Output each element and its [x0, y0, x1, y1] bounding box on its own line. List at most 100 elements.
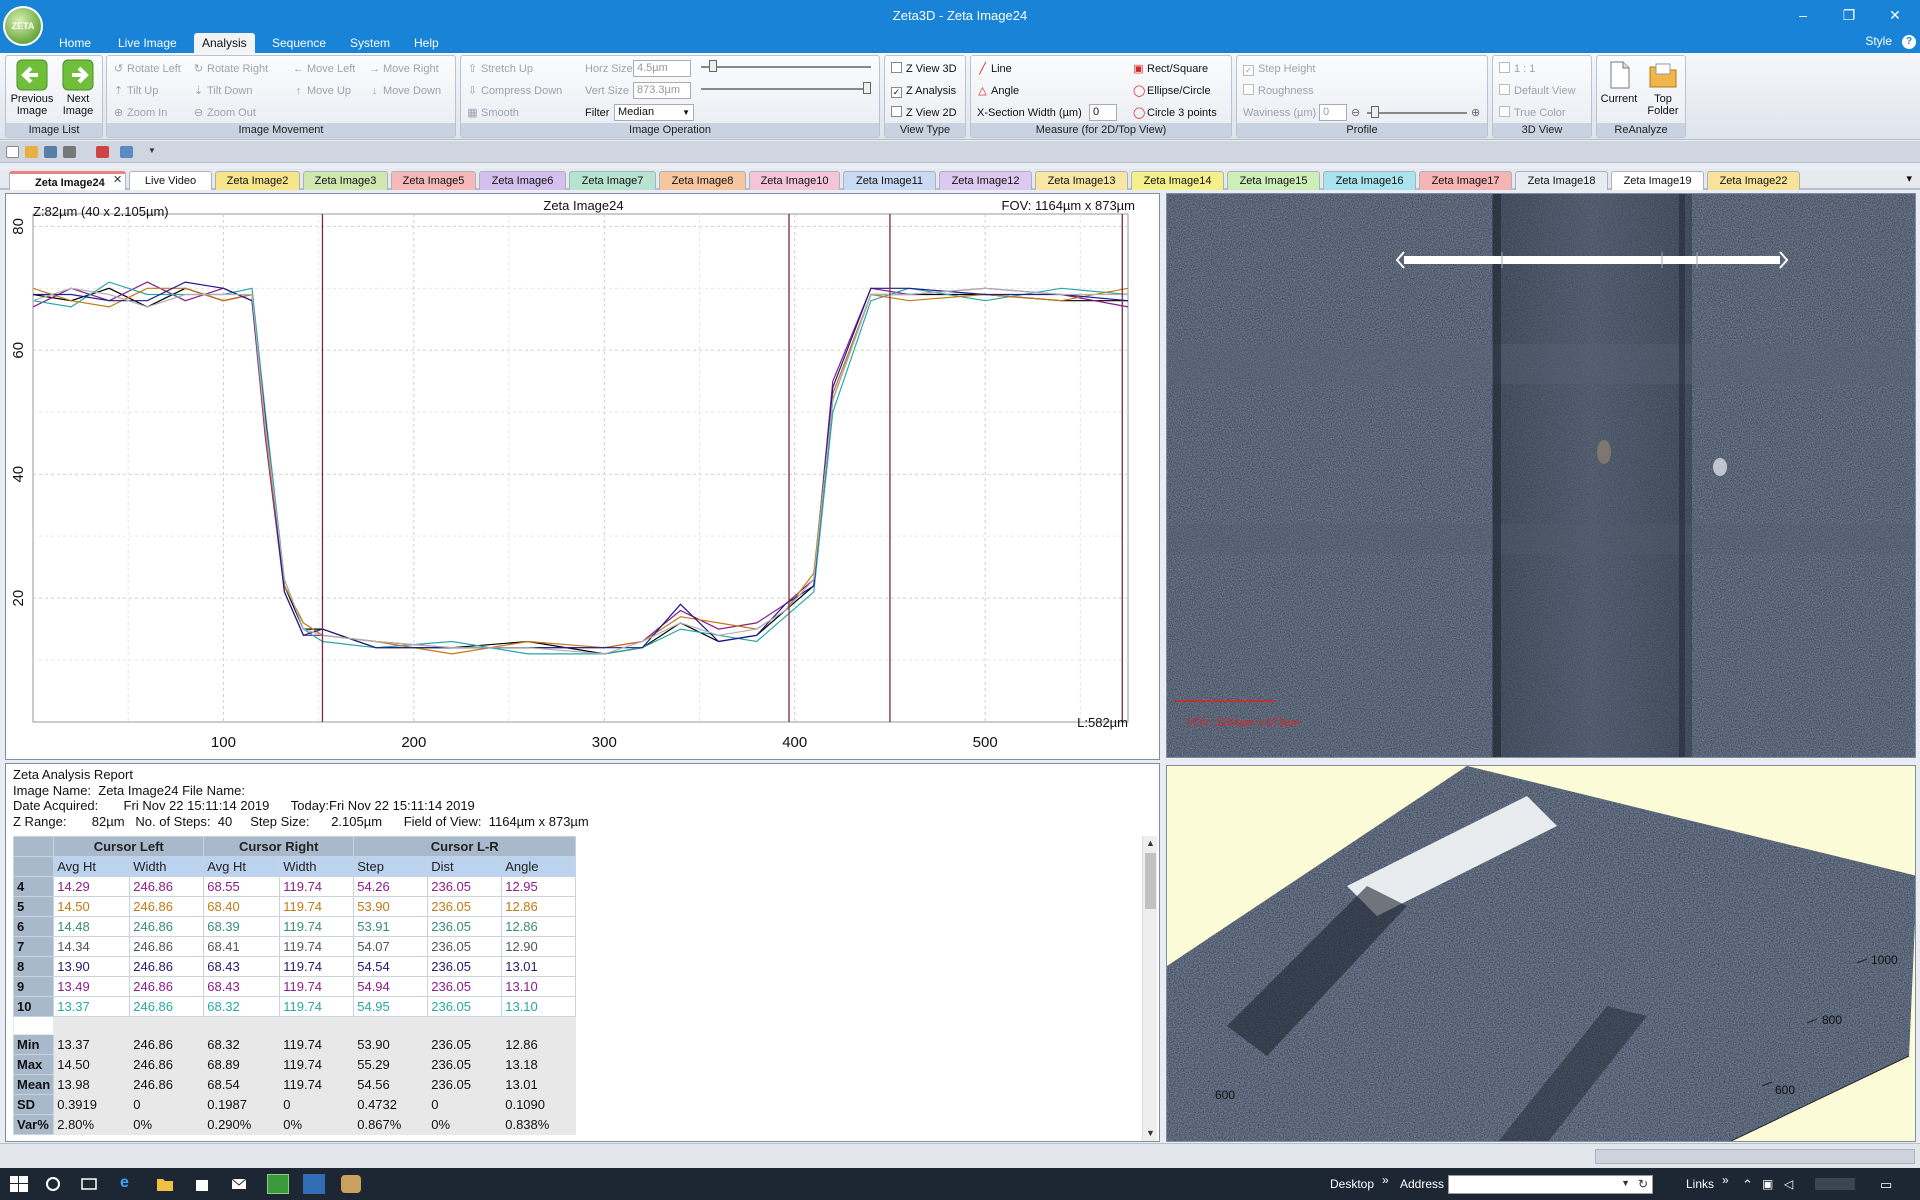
stretch-up-button[interactable]: ⇧ Stretch Up: [467, 60, 533, 78]
style-menu[interactable]: Style: [1865, 34, 1892, 48]
windows-start-icon[interactable]: [10, 1176, 28, 1192]
tab-zeta-image2[interactable]: Zeta Image2: [215, 171, 300, 190]
new-file-icon[interactable]: [6, 146, 19, 158]
customize-chevron-icon[interactable]: ▼: [148, 146, 156, 158]
toolbar-chevron-icon[interactable]: »: [1722, 1173, 1729, 1187]
menu-analysis[interactable]: Analysis: [194, 33, 255, 53]
tab-zeta-image19[interactable]: Zeta Image19: [1611, 171, 1704, 190]
file-explorer-icon[interactable]: [156, 1176, 174, 1192]
table-row[interactable]: 6 14.48 246.86 68.39 119.74 53.91 236.05 12.86: [12, 916, 577, 937]
rotate-right-button[interactable]: ↻ Rotate Right: [193, 60, 268, 78]
notifications-icon[interactable]: ▭: [1880, 1177, 1892, 1193]
table-row[interactable]: 9 13.49 246.86 68.43 119.74 54.94 236.05 13.10: [12, 976, 577, 997]
scroll-up-icon[interactable]: ▲: [1143, 836, 1158, 851]
vert-size-slider[interactable]: [701, 82, 871, 94]
tilt-down-button[interactable]: ⇣ Tilt Down: [193, 82, 253, 100]
address-input[interactable]: ▼ ↻: [1448, 1175, 1653, 1194]
zoom-out-button[interactable]: ⊖ Zoom Out: [193, 104, 256, 122]
step-height-checkbox[interactable]: ✓ Step Height: [1243, 60, 1315, 78]
print-icon[interactable]: [63, 146, 76, 158]
tab-overflow-icon[interactable]: ▾: [1906, 172, 1912, 185]
z-view-2d-checkbox[interactable]: Z View 2D: [891, 104, 957, 122]
smooth-button[interactable]: ▦ Smooth: [467, 104, 519, 122]
tab-zeta-image10[interactable]: Zeta Image10: [749, 171, 840, 190]
z-view-3d-checkbox[interactable]: Z View 3D: [891, 60, 957, 78]
mail-icon[interactable]: [230, 1176, 248, 1192]
tab-zeta-image7[interactable]: Zeta Image7: [569, 171, 656, 190]
horz-size-input[interactable]: 4.5µm: [633, 60, 691, 77]
menu-help[interactable]: Help: [406, 33, 447, 53]
slider-thumb[interactable]: [709, 60, 717, 72]
tab-zeta-image15[interactable]: Zeta Image15: [1227, 171, 1320, 190]
3d-surface[interactable]: 1000 800 600 600: [1167, 766, 1916, 1142]
menu-system[interactable]: System: [342, 33, 398, 53]
waviness-minus-icon[interactable]: ⊖: [1351, 104, 1360, 122]
rotate-left-button[interactable]: ↺ Rotate Left: [113, 60, 181, 78]
go-icon[interactable]: ↻: [1638, 1177, 1648, 1191]
app-window-icon[interactable]: [303, 1174, 325, 1194]
export-icon[interactable]: [120, 146, 133, 158]
true-color-checkbox[interactable]: True Color: [1499, 104, 1566, 122]
table-row[interactable]: 5 14.50 246.86 68.40 119.74 53.90 236.05 12.86: [12, 896, 577, 917]
task-view-icon[interactable]: [80, 1176, 98, 1192]
3d-view-panel[interactable]: 1000 800 600 600: [1166, 765, 1916, 1142]
vert-size-input[interactable]: 873.3µm: [633, 82, 691, 99]
move-right-button[interactable]: → Move Right: [369, 60, 439, 78]
roughness-checkbox[interactable]: Roughness: [1243, 82, 1314, 100]
scrollbar-thumb[interactable]: [1145, 853, 1156, 909]
slider-thumb[interactable]: [863, 82, 871, 94]
xsection-width-input[interactable]: 0: [1089, 104, 1117, 121]
close-button[interactable]: ✕: [1872, 0, 1918, 31]
reanalyze-current-button[interactable]: Current: [1599, 59, 1639, 105]
minimize-button[interactable]: –: [1780, 0, 1826, 31]
table-row[interactable]: 4 14.29 246.86 68.55 119.74 54.26 236.05 12.95: [12, 876, 577, 897]
profile-plot-panel[interactable]: 100 200 300 400 500 20 40 60 80 Z:82µm (40 x 2.1…: [5, 193, 1160, 760]
network-icon[interactable]: ▣: [1762, 1177, 1773, 1191]
previous-image-button[interactable]: Previous Image: [10, 59, 54, 117]
volume-icon[interactable]: ◁: [1784, 1177, 1793, 1191]
profile-chart[interactable]: 100 200 300 400 500 20 40 60 80: [6, 194, 1161, 761]
default-view-checkbox[interactable]: Default View: [1499, 82, 1576, 100]
tab-zeta-image22[interactable]: Zeta Image22: [1707, 171, 1800, 190]
move-up-button[interactable]: ↑ Move Up: [293, 82, 351, 100]
menu-home[interactable]: Home: [51, 33, 99, 53]
scroll-down-icon[interactable]: ▼: [1143, 1126, 1158, 1141]
ellipse-tool-button[interactable]: ◯ Ellipse/Circle: [1133, 82, 1211, 100]
show-hidden-icons-icon[interactable]: ⌃: [1742, 1177, 1753, 1193]
help-icon[interactable]: ?: [1902, 35, 1916, 49]
move-left-button[interactable]: ← Move Left: [293, 60, 355, 78]
compress-down-button[interactable]: ⇩ Compress Down: [467, 82, 562, 100]
tilt-up-button[interactable]: ⇡ Tilt Up: [113, 82, 158, 100]
table-row[interactable]: 10 13.37 246.86 68.32 119.74 54.95 236.05 13.10: [12, 996, 577, 1017]
filter-select[interactable]: Median ▼: [614, 104, 694, 121]
links-toolbar-label[interactable]: Links: [1686, 1177, 1714, 1191]
tab-zeta-image17[interactable]: Zeta Image17: [1419, 171, 1512, 190]
reanalyze-top-folder-button[interactable]: Top Folder: [1641, 59, 1685, 117]
circle3-tool-button[interactable]: ◯ Circle 3 points: [1133, 104, 1217, 122]
tab-live-video[interactable]: Live Video: [129, 171, 212, 190]
zeta-app-icon[interactable]: [267, 1174, 289, 1194]
one-to-one-checkbox[interactable]: 1 : 1: [1499, 60, 1535, 78]
slider-thumb[interactable]: [1371, 106, 1379, 118]
line-tool-button[interactable]: ╱ Line: [977, 60, 1012, 78]
next-image-button[interactable]: Next Image: [56, 59, 100, 117]
restore-button[interactable]: ❐: [1826, 0, 1872, 31]
tab-zeta-image3[interactable]: Zeta Image3: [303, 171, 388, 190]
micrograph-image[interactable]: FOV: 1164µm x 873µm: [1167, 194, 1916, 758]
tab-close-icon[interactable]: ✕: [113, 173, 122, 186]
tab-zeta-image11[interactable]: Zeta Image11: [843, 171, 936, 190]
tab-zeta-image24[interactable]: Zeta Image24: [9, 171, 126, 190]
waviness-plus-icon[interactable]: ⊕: [1471, 104, 1480, 122]
tab-zeta-image16[interactable]: Zeta Image16: [1323, 171, 1416, 190]
open-folder-icon[interactable]: [25, 146, 38, 158]
move-down-button[interactable]: ↓ Move Down: [369, 82, 441, 100]
app-icon[interactable]: [341, 1175, 361, 1193]
report-scrollbar[interactable]: ▲ ▼: [1142, 836, 1157, 1141]
rect-tool-button[interactable]: ▣ Rect/Square: [1133, 60, 1208, 78]
menu-sequence[interactable]: Sequence: [264, 33, 334, 53]
search-icon[interactable]: [44, 1176, 62, 1192]
menu-live-image[interactable]: Live Image: [110, 33, 185, 53]
table-row[interactable]: 8 13.90 246.86 68.43 119.74 54.54 236.05 13.01: [12, 956, 577, 977]
waviness-input[interactable]: 0: [1319, 104, 1347, 121]
table-row[interactable]: 7 14.34 246.86 68.41 119.74 54.07 236.05 12.90: [12, 936, 577, 957]
